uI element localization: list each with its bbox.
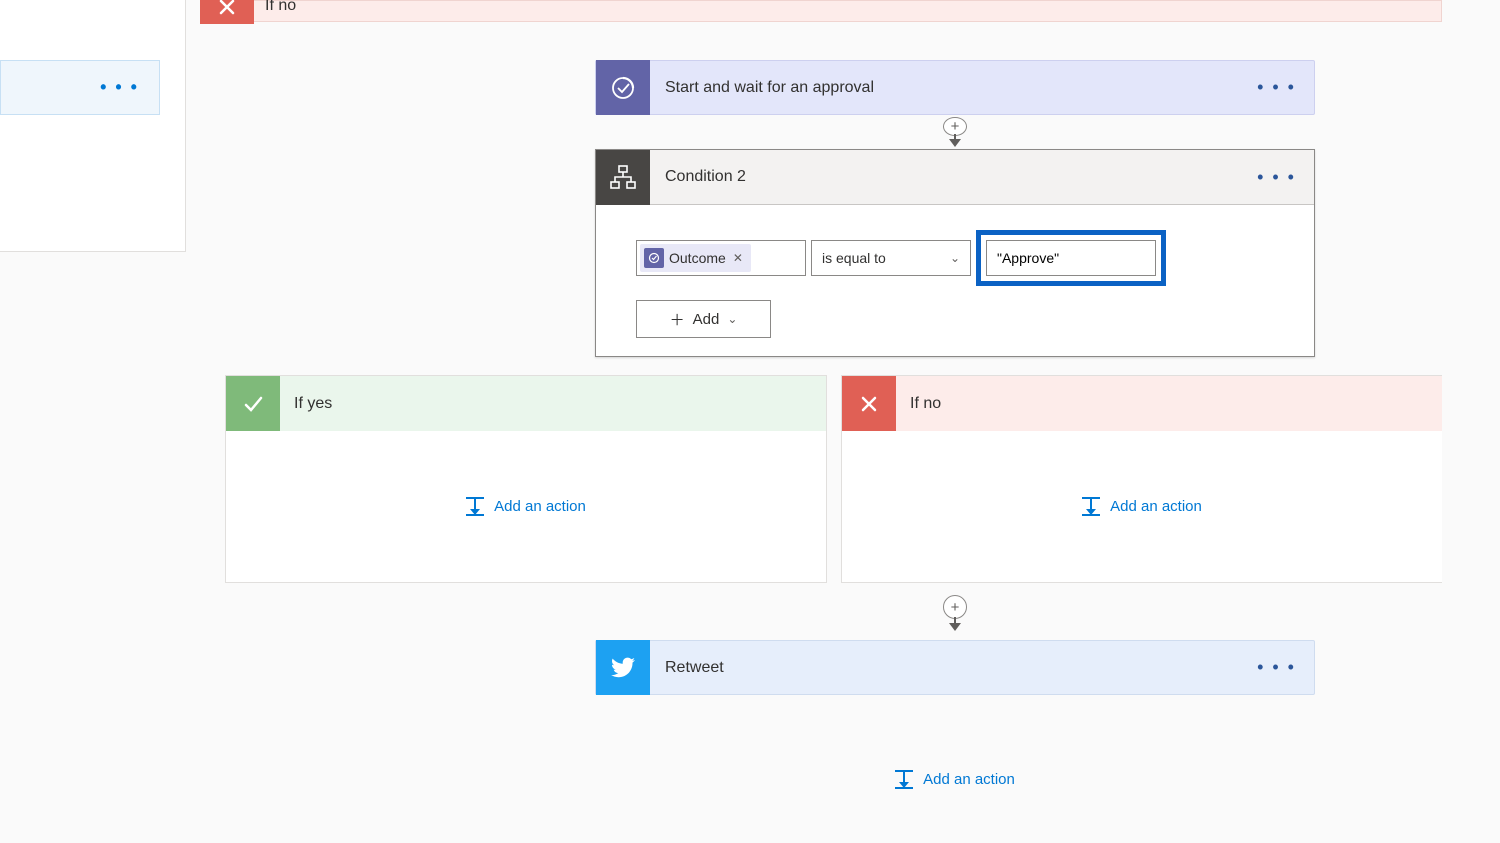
retweet-wrap: Retweet • • • [595,640,1315,695]
approval-card[interactable]: Start and wait for an approval • • • [595,60,1315,115]
plus-icon: ＋ [670,309,685,330]
cross-icon [842,376,896,431]
branch-no-body: Add an action [842,431,1442,582]
condition-value-input[interactable] [986,240,1156,276]
add-action-icon [1082,497,1100,516]
condition-title: Condition 2 [665,168,1239,186]
prev-ifno-label: If no [265,0,296,15]
branch-no-header[interactable]: If no [842,376,1442,431]
add-action-label: Add an action [1110,498,1202,515]
value-highlight-box [976,230,1166,286]
add-action-no[interactable]: Add an action [1082,497,1202,516]
add-action-icon [466,497,484,516]
scrollbar-track[interactable] [1442,0,1500,843]
left-sub-card[interactable]: • • • [0,60,160,115]
branch-yes: If yes Add an action [225,375,827,583]
condition-card: Condition 2 • • • Outcome ✕ [595,149,1315,357]
branch-yes-label: If yes [294,395,332,413]
add-action-label: Add an action [923,771,1015,788]
condition-left-operand[interactable]: Outcome ✕ [636,240,806,276]
token-remove[interactable]: ✕ [733,251,743,265]
retweet-menu[interactable]: • • • [1239,657,1314,678]
condition-operator-select[interactable]: is equal to ⌄ [811,240,971,276]
chevron-down-icon: ⌄ [950,251,960,265]
flow-column: Start and wait for an approval • • • + C… [595,60,1315,357]
add-action-icon [895,770,913,789]
outcome-token[interactable]: Outcome ✕ [640,244,751,272]
retweet-title: Retweet [665,659,1239,677]
add-label: Add [693,311,720,328]
bottom-add-row: Add an action [595,770,1315,789]
add-action-label: Add an action [494,498,586,515]
approval-icon [596,60,650,115]
branch-yes-header[interactable]: If yes [226,376,826,431]
operator-label: is equal to [822,250,886,266]
arrow-down-icon [949,139,961,147]
branch-no: If no Add an action [841,375,1442,583]
condition-menu[interactable]: • • • [1239,167,1314,188]
twitter-icon [596,640,650,695]
cross-icon [200,0,254,24]
connector: + [595,595,1315,635]
branch-no-label: If no [910,395,941,413]
add-action-bottom[interactable]: Add an action [895,770,1015,789]
approval-title: Start and wait for an approval [665,79,1239,97]
approval-icon [644,248,664,268]
flow-canvas: If no • • • Start and wait for an approv… [0,0,1500,843]
token-label: Outcome [669,250,726,266]
arrow-down-icon [949,623,961,631]
condition-body: Outcome ✕ is equal to ⌄ ＋ Add ⌄ [596,205,1314,356]
left-branch-fragment: • • • [0,0,186,252]
retweet-card[interactable]: Retweet • • • [595,640,1315,695]
check-icon [226,376,280,431]
insert-step-button[interactable]: + [943,595,967,619]
condition-row: Outcome ✕ is equal to ⌄ [636,230,1274,286]
condition-header[interactable]: Condition 2 • • • [596,150,1314,205]
connector: + [595,117,1315,147]
branch-container: If yes Add an action If no [225,375,1442,583]
ellipsis-icon[interactable]: • • • [100,77,139,98]
add-action-yes[interactable]: Add an action [466,497,586,516]
prev-ifno-header [200,0,1442,22]
condition-icon [596,150,650,205]
branch-yes-body: Add an action [226,431,826,582]
chevron-down-icon: ⌄ [727,312,737,326]
approval-menu[interactable]: • • • [1239,77,1314,98]
add-condition-button[interactable]: ＋ Add ⌄ [636,300,771,338]
